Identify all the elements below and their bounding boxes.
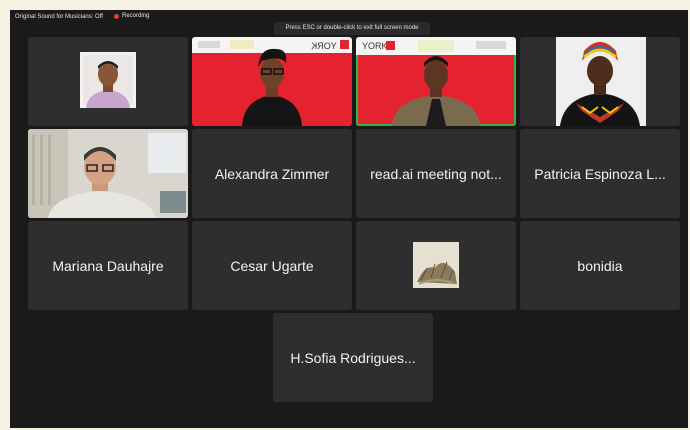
participant-tile-11[interactable] (356, 221, 516, 310)
participant-name: Mariana Dauhajre (52, 257, 164, 274)
recording-dot-icon (114, 13, 119, 19)
participant-tile-4[interactable] (520, 37, 680, 126)
meeting-window: Original Sound for Musicians: Off Record… (10, 10, 688, 428)
participant-avatar (80, 52, 136, 108)
recording-indicator[interactable]: Recording (114, 13, 149, 19)
participant-name: bonidia (577, 257, 623, 274)
svg-text:YORK: YORK (362, 41, 388, 51)
svg-text:YORK: YORK (311, 41, 337, 51)
participant-video: YORK (356, 37, 516, 126)
participant-name: Cesar Ugarte (230, 257, 314, 274)
participant-name: H.Sofia Rodrigues... (290, 349, 416, 366)
participant-tile-6[interactable]: Alexandra Zimmer (192, 129, 352, 218)
fullscreen-exit-hint: Press ESC or double-click to exit full s… (274, 22, 430, 35)
participant-name: Patricia Espinoza L... (534, 165, 666, 182)
participant-tile-5[interactable] (28, 129, 188, 218)
participant-tile-2[interactable]: YORK (192, 37, 352, 126)
participant-tile-3[interactable]: YORK (356, 37, 516, 126)
recording-label: Recording (122, 13, 150, 19)
participant-name: Alexandra Zimmer (214, 165, 330, 182)
participant-tile-8[interactable]: Patricia Espinoza L... (520, 129, 680, 218)
participant-tile-12[interactable]: bonidia (520, 221, 680, 310)
participant-thumbnail (413, 242, 459, 288)
participant-tile-1[interactable] (28, 37, 188, 126)
participant-name: read.ai meeting not... (370, 165, 502, 182)
participant-video: YORK (192, 37, 352, 126)
participant-tile-13[interactable]: H.Sofia Rodrigues... (273, 313, 433, 402)
participant-video (556, 37, 646, 126)
participant-video (28, 129, 188, 218)
participant-tile-7[interactable]: read.ai meeting not... (356, 129, 516, 218)
participant-tile-9[interactable]: Mariana Dauhajre (28, 221, 188, 310)
original-sound-status[interactable]: Original Sound for Musicians: Off (15, 14, 103, 20)
participant-tile-10[interactable]: Cesar Ugarte (192, 221, 352, 310)
